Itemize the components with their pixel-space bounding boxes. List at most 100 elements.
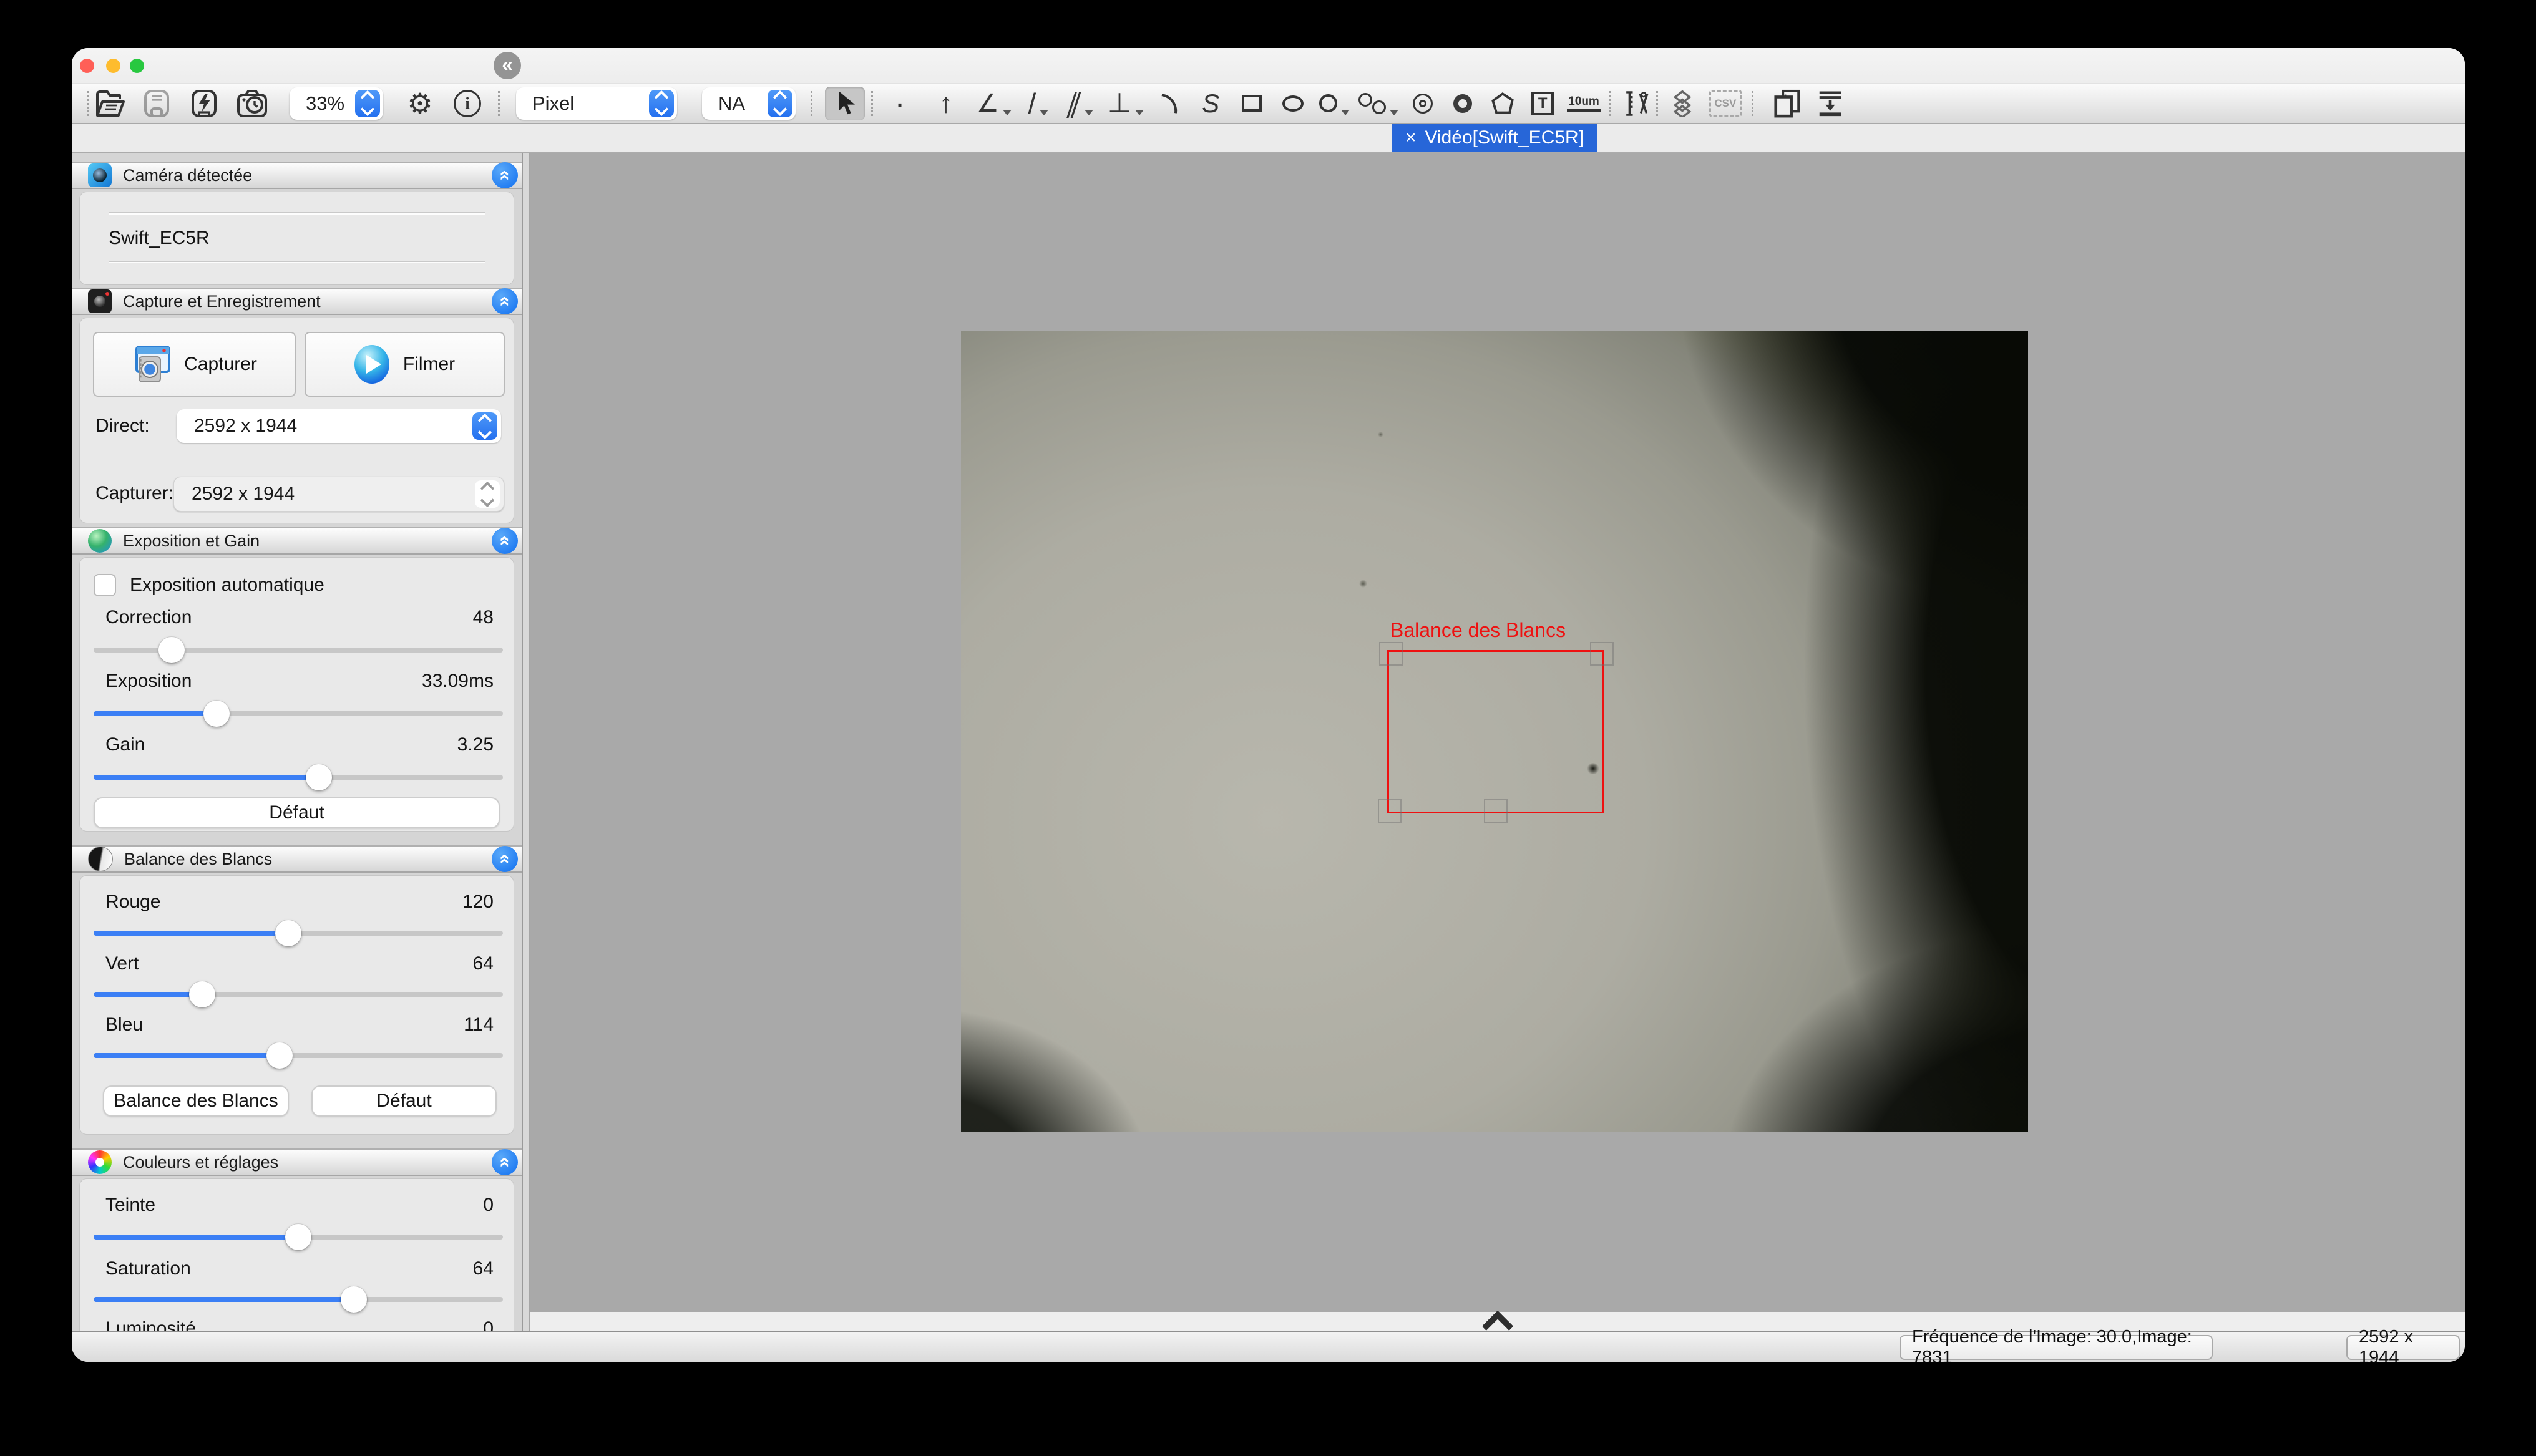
roi-handle[interactable] — [1484, 799, 1508, 823]
export-image-button[interactable] — [1815, 87, 1846, 120]
tab-video[interactable]: × Vidéo[Swift_EC5R] — [1392, 124, 1597, 152]
text-tool-button[interactable]: T — [1527, 87, 1558, 120]
zoom-window-button[interactable] — [130, 59, 144, 73]
unit-select[interactable]: Pixel — [516, 87, 677, 120]
rouge-value: 120 — [462, 891, 494, 913]
snap-resolution-select[interactable]: 2592 x 1944 — [173, 477, 504, 512]
webcam-icon — [88, 163, 112, 187]
exposure-default-button[interactable]: Défaut — [94, 797, 500, 828]
dust-speck — [1359, 580, 1367, 588]
record-button[interactable]: Filmer — [305, 332, 505, 397]
capture-button[interactable]: Capturer — [93, 332, 296, 397]
slider-row: Exposition 33.09ms — [80, 670, 514, 692]
white-balance-button[interactable]: Balance des Blancs — [103, 1085, 289, 1117]
point-tool-button[interactable]: · — [884, 87, 915, 120]
gain-slider[interactable] — [94, 775, 503, 780]
arc-tool-button[interactable] — [1154, 87, 1185, 120]
roi-handle[interactable] — [1378, 799, 1402, 823]
whitebalance-card: Rouge 120 Vert 64 Bleu 114 — [79, 875, 514, 1135]
line-icon: / — [1028, 89, 1036, 118]
collapse-section-button[interactable]: « — [492, 846, 518, 872]
slider-thumb[interactable] — [285, 1224, 311, 1250]
ellipse-tool-button[interactable] — [1277, 87, 1309, 120]
ellipse-icon — [1282, 95, 1304, 112]
concentric-circles-tool-button[interactable] — [1407, 87, 1438, 120]
layers-button[interactable] — [1667, 87, 1698, 120]
slider-thumb[interactable] — [306, 764, 332, 790]
circle-tool-button[interactable] — [1319, 87, 1350, 120]
slider-thumb[interactable] — [266, 1042, 293, 1069]
slider-thumb[interactable] — [275, 920, 301, 946]
vert-slider[interactable] — [94, 992, 503, 997]
zoom-select[interactable]: 33% — [290, 87, 383, 120]
saturation-slider[interactable] — [94, 1297, 503, 1302]
section-header-colors[interactable]: Couleurs et réglages « — [72, 1148, 522, 1176]
info-button[interactable]: i — [452, 87, 483, 120]
csv-export-button[interactable]: CSV — [1709, 87, 1742, 120]
section-header-whitebalance[interactable]: Balance des Blancs « — [72, 845, 522, 873]
slider-row: Luminosité 0 — [80, 1318, 514, 1332]
perpendicular-tool-button[interactable]: ⊥ — [1108, 87, 1144, 120]
gain-value: 3.25 — [457, 734, 494, 755]
chevron-down-icon — [1040, 110, 1048, 115]
white-balance-roi[interactable] — [1387, 650, 1604, 813]
angle-tool-button[interactable]: ∠ — [977, 87, 1012, 120]
collapse-section-button[interactable]: « — [492, 288, 518, 314]
correction-slider[interactable] — [94, 648, 503, 653]
camera-list-item[interactable]: Swift_EC5R — [80, 215, 514, 262]
sidebar-scrollbar[interactable] — [522, 153, 530, 1332]
arrow-tool-button[interactable]: ↑ — [930, 87, 962, 120]
concentric-circles-icon — [1413, 94, 1433, 114]
resolution-status: 2592 x 1944 — [2346, 1335, 2460, 1360]
polygon-tool-button[interactable] — [1487, 87, 1518, 120]
measurement-settings-button[interactable] — [1621, 87, 1652, 120]
copy-image-button[interactable] — [1771, 87, 1802, 120]
save-button[interactable] — [141, 87, 172, 120]
timed-capture-button[interactable] — [236, 87, 268, 120]
section-header-capture[interactable]: Capture et Enregistrement « — [72, 288, 522, 315]
screen: 33% ⚙ i Pixel NA · ↑ ∠ — [0, 0, 2536, 1456]
collapse-section-button[interactable]: « — [492, 528, 518, 554]
na-select[interactable]: NA — [702, 87, 796, 120]
scalebar-tool-button[interactable]: 10um — [1567, 87, 1601, 120]
close-window-button[interactable] — [80, 59, 94, 73]
select-tool-button[interactable] — [825, 87, 865, 120]
open-file-button[interactable] — [95, 87, 127, 120]
teinte-slider[interactable] — [94, 1235, 503, 1240]
slider-thumb[interactable] — [203, 701, 230, 727]
title-bar[interactable] — [72, 48, 2465, 83]
rectangle-tool-button[interactable] — [1236, 87, 1267, 120]
collapse-sidebar-button[interactable]: « — [494, 52, 521, 79]
live-video-view[interactable]: Balance des Blancs — [961, 331, 2028, 1132]
snap-label: Capturer: — [95, 483, 173, 504]
scalebar-icon: 10um — [1567, 95, 1601, 112]
section-header-camera[interactable]: Caméra détectée « — [72, 162, 522, 189]
section-header-exposure[interactable]: Exposition et Gain « — [72, 527, 522, 555]
collapse-section-button[interactable]: « — [492, 162, 518, 188]
line-tool-button[interactable]: / — [1023, 87, 1054, 120]
batch-save-button[interactable] — [188, 87, 220, 120]
exposition-slider[interactable] — [94, 711, 503, 716]
settings-button[interactable]: ⚙ — [404, 87, 436, 120]
minimize-window-button[interactable] — [106, 59, 120, 73]
text-tool-icon: T — [1531, 92, 1554, 115]
slider-thumb[interactable] — [341, 1286, 367, 1313]
bleu-slider[interactable] — [94, 1053, 503, 1058]
slider-thumb[interactable] — [189, 981, 215, 1007]
collapse-section-button[interactable]: « — [492, 1149, 518, 1175]
whitebalance-default-button[interactable]: Défaut — [311, 1085, 497, 1117]
roi-handle[interactable] — [1590, 642, 1614, 666]
curve-tool-button[interactable]: S — [1195, 87, 1226, 120]
two-circles-tool-button[interactable] — [1358, 87, 1398, 120]
auto-exposure-checkbox[interactable] — [94, 574, 116, 596]
annulus-tool-button[interactable] — [1447, 87, 1478, 120]
roi-handle[interactable] — [1379, 642, 1403, 666]
parallel-tool-button[interactable]: ∥ — [1065, 87, 1096, 120]
slider-thumb[interactable] — [158, 637, 185, 663]
rouge-slider[interactable] — [94, 931, 503, 936]
live-resolution-select[interactable]: 2592 x 1944 — [177, 409, 501, 443]
close-tab-icon[interactable]: × — [1405, 127, 1417, 148]
video-canvas: Balance des Blancs — [530, 153, 2465, 1312]
toolbar-separator — [498, 91, 501, 116]
perpendicular-icon: ⊥ — [1108, 90, 1131, 117]
